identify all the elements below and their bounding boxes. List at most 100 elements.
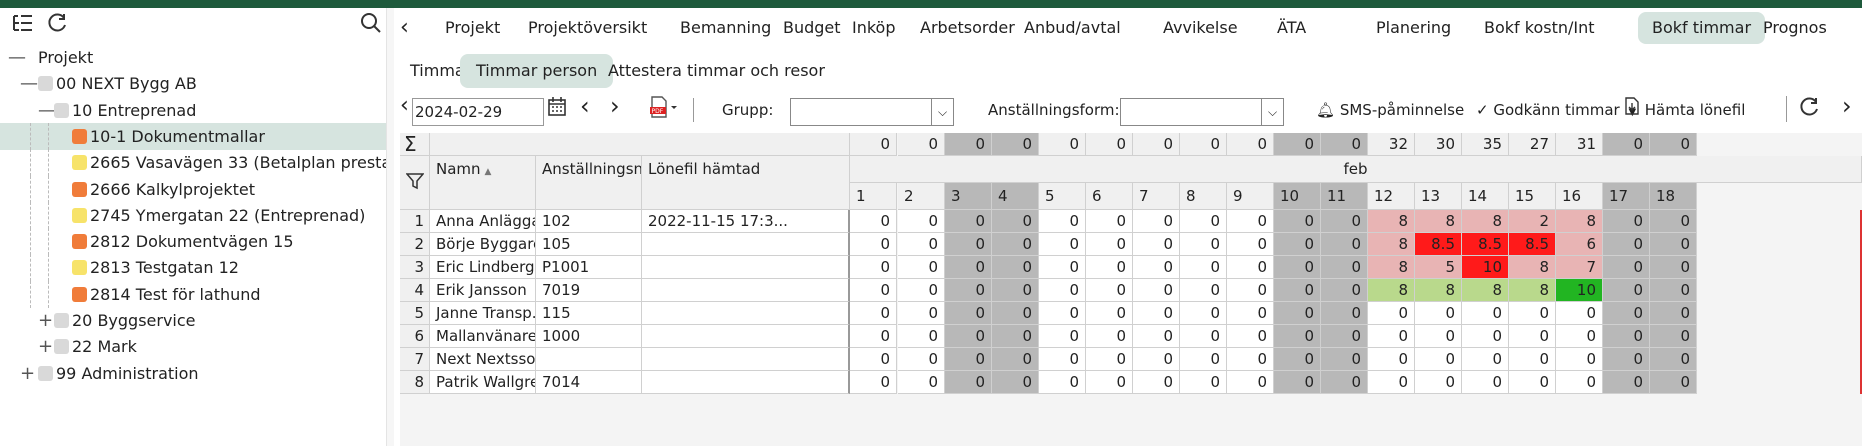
hours-cell[interactable]: 0 (1321, 371, 1368, 394)
hours-cell[interactable]: 0 (850, 233, 897, 256)
hours-cell[interactable]: 0 (1180, 325, 1227, 348)
tree-node[interactable]: +22 Mark (0, 333, 386, 360)
payfile-cell[interactable] (642, 233, 850, 256)
hours-cell[interactable]: 0 (1556, 325, 1603, 348)
tree-toggle-icon[interactable]: + (38, 307, 53, 334)
hours-cell[interactable]: 0 (1133, 325, 1180, 348)
employment-select[interactable]: ⌵ (1120, 98, 1284, 126)
hours-cell[interactable]: 0 (1039, 371, 1086, 394)
hours-cell[interactable]: 0 (1509, 348, 1556, 371)
tree-node[interactable]: 10-1 Dokumentmallar (0, 122, 386, 150)
calendar-icon[interactable] (548, 96, 566, 124)
scroll-right-icon[interactable]: › (1842, 92, 1852, 120)
hours-cell[interactable]: 0 (1133, 302, 1180, 325)
hours-cell[interactable]: 0 (1180, 302, 1227, 325)
hours-cell[interactable]: 0 (1603, 371, 1650, 394)
tab-inköp[interactable]: Inköp (838, 12, 910, 44)
reload-icon[interactable] (1798, 96, 1820, 124)
hours-cell[interactable]: 0 (1556, 371, 1603, 394)
hours-cell[interactable]: 0 (1133, 279, 1180, 302)
payfile-cell[interactable]: 2022-11-15 17:3... (642, 210, 850, 233)
tree-node[interactable]: 2665 Vasavägen 33 (Betalplan presta (0, 149, 386, 177)
tab-planering[interactable]: Planering (1362, 12, 1465, 44)
hours-cell[interactable]: 0 (850, 210, 897, 233)
hours-cell[interactable]: 0 (992, 233, 1039, 256)
hours-cell[interactable]: 0 (1368, 371, 1415, 394)
hours-cell[interactable]: 8.5 (1415, 233, 1462, 256)
prev-period-icon[interactable]: ‹ (580, 92, 590, 120)
hours-cell[interactable]: 0 (1650, 302, 1697, 325)
tree-node[interactable]: +20 Byggservice (0, 307, 386, 334)
employee-name-cell[interactable]: Anna Anlägga... (430, 210, 536, 233)
hours-cell[interactable]: 0 (1368, 302, 1415, 325)
hours-cell[interactable]: 0 (1415, 371, 1462, 394)
tree-toggle-icon[interactable]: — (8, 44, 26, 71)
day-header-3[interactable]: 3 (945, 183, 992, 210)
hours-cell[interactable]: 0 (1603, 233, 1650, 256)
hours-cell[interactable]: 0 (1603, 325, 1650, 348)
hours-cell[interactable]: 0 (1415, 325, 1462, 348)
hours-cell[interactable]: 2 (1509, 210, 1556, 233)
hours-cell[interactable]: 8 (1415, 279, 1462, 302)
hours-cell[interactable]: 0 (1603, 302, 1650, 325)
hours-cell[interactable]: 0 (898, 279, 945, 302)
hours-cell[interactable]: 8 (1462, 210, 1509, 233)
hours-cell[interactable]: 0 (1650, 371, 1697, 394)
hours-cell[interactable]: 0 (1274, 256, 1321, 279)
day-header-11[interactable]: 11 (1321, 183, 1368, 210)
day-header-6[interactable]: 6 (1086, 183, 1133, 210)
hours-cell[interactable]: 0 (898, 302, 945, 325)
day-header-13[interactable]: 13 (1415, 183, 1462, 210)
day-header-9[interactable]: 9 (1227, 183, 1274, 210)
hours-cell[interactable]: 0 (1274, 233, 1321, 256)
hours-cell[interactable]: 0 (1086, 302, 1133, 325)
subtab-attestera-timmar-och-resor[interactable]: Attestera timmar och resor (592, 54, 841, 88)
hours-cell[interactable]: 0 (1650, 348, 1697, 371)
hours-cell[interactable]: 0 (945, 256, 992, 279)
hours-cell[interactable]: 0 (1509, 325, 1556, 348)
hours-cell[interactable]: 0 (1180, 256, 1227, 279)
hours-cell[interactable]: 0 (1227, 371, 1274, 394)
hours-cell[interactable]: 0 (850, 302, 897, 325)
hours-cell[interactable]: 0 (850, 279, 897, 302)
hours-cell[interactable]: 0 (898, 325, 945, 348)
column-header-employee-no[interactable]: Anställningsnr (536, 156, 642, 210)
hours-cell[interactable]: 0 (1415, 348, 1462, 371)
sigma-icon[interactable]: Σ (404, 133, 417, 155)
hours-cell[interactable]: 0 (1368, 348, 1415, 371)
hours-cell[interactable]: 0 (898, 233, 945, 256)
hours-cell[interactable]: 0 (1086, 210, 1133, 233)
hours-cell[interactable]: 8 (1368, 233, 1415, 256)
tree-node[interactable]: 2745 Ymergatan 22 (Entreprenad) (0, 201, 386, 229)
hours-cell[interactable]: 0 (1180, 233, 1227, 256)
hours-cell[interactable]: 0 (1180, 279, 1227, 302)
hours-cell[interactable]: 0 (1650, 279, 1697, 302)
hours-cell[interactable]: 0 (1133, 348, 1180, 371)
hours-cell[interactable]: 0 (1274, 279, 1321, 302)
hours-cell[interactable]: 0 (1509, 371, 1556, 394)
sms-reminder-button[interactable]: 🔔︎ SMS-påminnelse (1316, 96, 1464, 124)
tab-bemanning[interactable]: Bemanning (666, 12, 785, 44)
hours-cell[interactable]: 0 (1180, 348, 1227, 371)
employee-no-cell[interactable]: 105 (536, 233, 642, 256)
tab-avvikelse[interactable]: Avvikelse (1149, 12, 1252, 44)
date-prev-icon[interactable]: ‹ (400, 92, 409, 120)
hours-cell[interactable]: 0 (945, 302, 992, 325)
hours-cell[interactable]: 10 (1462, 256, 1509, 279)
hours-cell[interactable]: 0 (1039, 210, 1086, 233)
hours-cell[interactable]: 0 (1556, 348, 1603, 371)
payfile-cell[interactable] (642, 325, 850, 348)
hours-cell[interactable]: 8.5 (1509, 233, 1556, 256)
hours-cell[interactable]: 0 (945, 325, 992, 348)
hours-cell[interactable]: 0 (1133, 256, 1180, 279)
hours-cell[interactable]: 8.5 (1462, 233, 1509, 256)
hours-cell[interactable]: 0 (992, 348, 1039, 371)
hours-cell[interactable]: 0 (1086, 233, 1133, 256)
hours-cell[interactable]: 0 (1227, 348, 1274, 371)
day-header-12[interactable]: 12 (1368, 183, 1415, 210)
hours-cell[interactable]: 0 (1462, 302, 1509, 325)
subtab-timmar-person[interactable]: Timmar person (460, 54, 614, 88)
hours-cell[interactable]: 0 (1650, 233, 1697, 256)
employee-name-cell[interactable]: Erik Jansson (430, 279, 536, 302)
hours-cell[interactable]: 0 (1509, 302, 1556, 325)
